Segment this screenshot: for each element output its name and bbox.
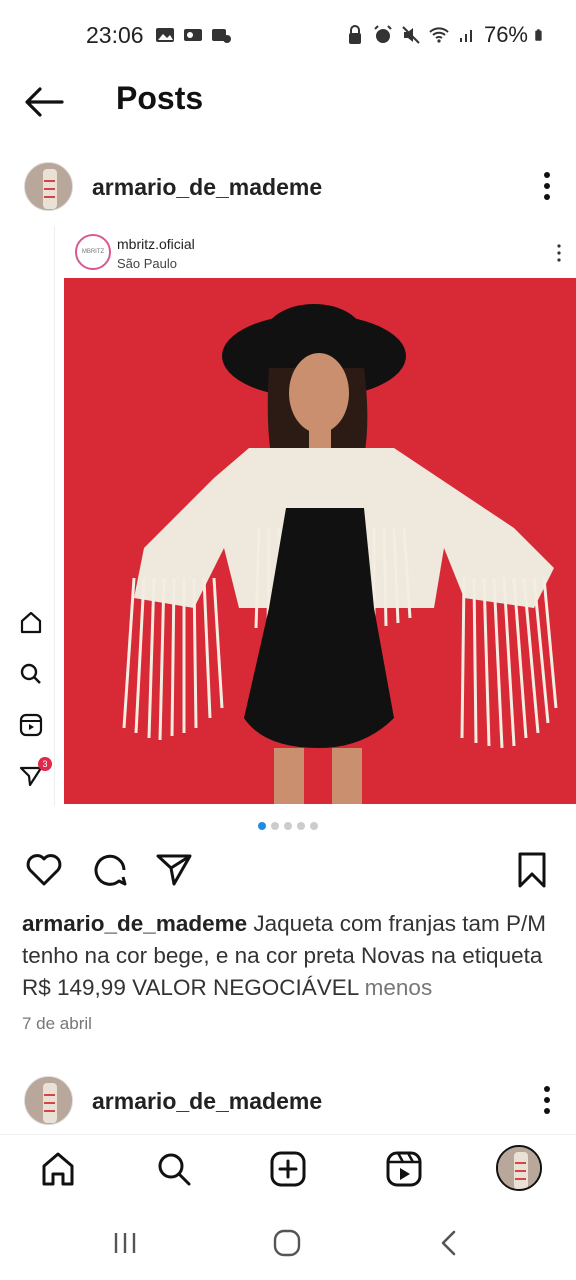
lock-icon <box>348 25 361 44</box>
like-heart-icon[interactable] <box>24 850 64 890</box>
create-post-icon[interactable] <box>268 1149 308 1189</box>
carousel-indicator <box>258 822 318 830</box>
status-bar: 23:06 76% <box>0 0 576 72</box>
page-title: Posts <box>116 80 204 116</box>
reels-icon[interactable] <box>384 1149 424 1189</box>
embed-header: MBRITZ mbritz.oficial São Paulo <box>55 226 576 278</box>
sync-icon <box>212 29 231 43</box>
home-icon[interactable] <box>38 1149 78 1189</box>
gallery-icon <box>156 28 174 42</box>
battery-percent: 76% <box>483 22 528 47</box>
reels-icon <box>19 713 43 737</box>
home-icon <box>20 611 42 634</box>
next-post-header: armario_de_mademe <box>0 1076 576 1132</box>
system-navigation <box>0 1204 576 1280</box>
status-time: 23:06 <box>86 22 144 48</box>
alarm-icon <box>374 25 392 43</box>
home-button-icon[interactable] <box>272 1228 302 1258</box>
search-icon[interactable] <box>154 1149 194 1189</box>
embed-more-icon <box>557 244 561 262</box>
avatar[interactable] <box>24 162 73 211</box>
bottom-navigation <box>0 1134 576 1204</box>
embed-side-nav: 3 <box>18 610 52 809</box>
caption-username[interactable]: armario_de_mademe <box>22 911 247 936</box>
post-username[interactable]: armario_de_mademe <box>92 174 322 201</box>
back-button-icon[interactable] <box>434 1228 464 1258</box>
recent-apps-icon[interactable] <box>110 1228 140 1258</box>
mute-icon <box>402 26 420 44</box>
caption-less-link[interactable]: menos <box>365 975 433 1000</box>
direct-messages: 3 <box>18 757 52 789</box>
post-header: armario_de_mademe <box>0 162 576 218</box>
product-photo <box>64 278 576 804</box>
embed-avatar: MBRITZ <box>75 234 111 270</box>
notification-badge: 3 <box>38 757 52 771</box>
more-options-icon[interactable] <box>542 1084 552 1116</box>
top-header: Posts <box>0 72 576 132</box>
post-actions <box>0 850 576 896</box>
carousel-dot <box>258 822 266 830</box>
signal-icon <box>459 30 472 42</box>
model-illustration <box>64 278 576 804</box>
post-date: 7 de abril <box>22 1014 92 1033</box>
carousel-dot <box>297 822 305 830</box>
post-image[interactable]: MBRITZ mbritz.oficial São Paulo <box>54 226 576 806</box>
battery-icon <box>535 29 542 41</box>
carousel-dot <box>284 822 292 830</box>
embed-location: São Paulo <box>117 256 177 271</box>
comment-icon[interactable] <box>90 850 130 890</box>
bookmark-icon[interactable] <box>512 850 552 890</box>
post-caption: armario_de_mademe Jaqueta com franjas ta… <box>22 908 556 1004</box>
key-icon <box>184 29 202 41</box>
next-post-username[interactable]: armario_de_mademe <box>92 1088 322 1115</box>
profile-avatar[interactable] <box>496 1145 542 1191</box>
carousel-dot <box>310 822 318 830</box>
back-arrow-icon[interactable] <box>22 82 66 122</box>
share-icon[interactable] <box>154 850 194 890</box>
search-icon <box>20 663 41 684</box>
embed-username: mbritz.oficial <box>117 236 195 252</box>
carousel-dot <box>271 822 279 830</box>
more-options-icon[interactable] <box>542 170 552 202</box>
wifi-icon <box>429 27 449 43</box>
avatar[interactable] <box>24 1076 73 1125</box>
